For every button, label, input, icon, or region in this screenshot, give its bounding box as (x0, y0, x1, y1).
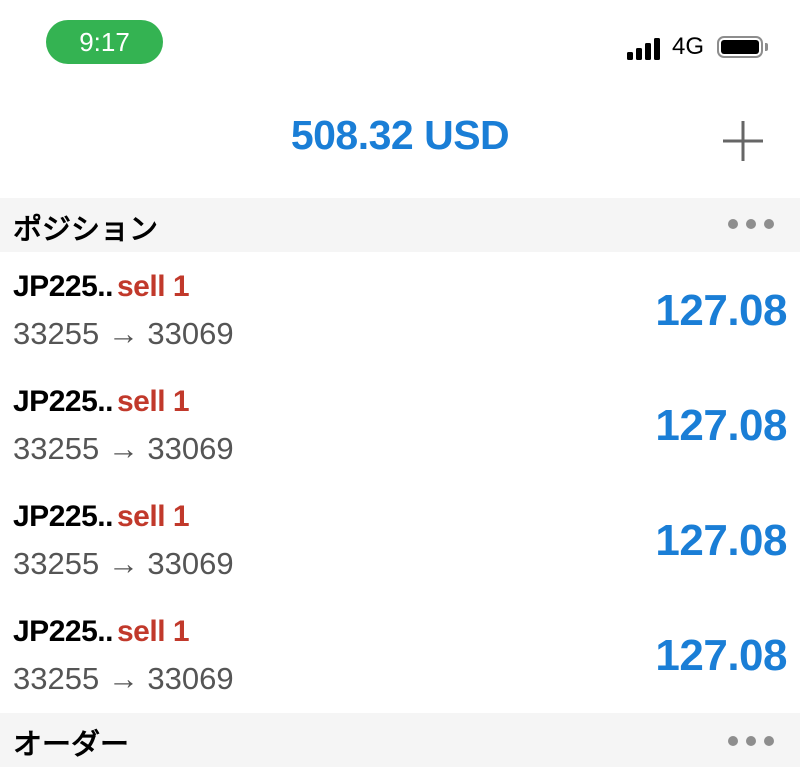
position-prices: 33255 → 33069 (13, 431, 234, 466)
position-side: sell 1 (117, 615, 190, 648)
position-profit: 127.08 (655, 286, 787, 335)
position-profit: 127.08 (655, 516, 787, 565)
battery-icon (717, 36, 771, 62)
positions-section-header: ポジション (0, 198, 800, 252)
position-row[interactable]: JP225.. sell 1 33255 → 33069 127.08 (0, 252, 800, 367)
signal-bars-icon (627, 37, 663, 60)
position-side: sell 1 (117, 500, 190, 533)
orders-title: オーダー (13, 727, 130, 761)
position-row[interactable]: JP225.. sell 1 33255 → 33069 127.08 (0, 482, 800, 597)
add-order-button[interactable] (718, 116, 768, 166)
position-side: sell 1 (117, 385, 190, 418)
positions-title: ポジション (13, 212, 159, 246)
plus-icon (723, 121, 763, 161)
position-row[interactable]: JP225.. sell 1 33255 → 33069 127.08 (0, 367, 800, 482)
account-balance: 508.32 USD (290, 112, 510, 158)
orders-section-header: オーダー (0, 713, 800, 767)
position-profit: 127.08 (655, 631, 787, 680)
position-prices: 33255 → 33069 (13, 546, 234, 581)
more-horizontal-icon[interactable] (728, 219, 774, 231)
position-symbol: JP225.. (13, 615, 113, 648)
position-side: sell 1 (117, 270, 190, 303)
position-symbol: JP225.. (13, 500, 113, 533)
position-profit: 127.08 (655, 401, 787, 450)
status-time[interactable]: 9:17 (46, 20, 163, 64)
position-symbol: JP225.. (13, 270, 113, 303)
position-prices: 33255 → 33069 (13, 316, 234, 351)
network-type-label: 4G (672, 33, 705, 60)
position-prices: 33255 → 33069 (13, 661, 234, 696)
position-symbol: JP225.. (13, 385, 113, 418)
more-horizontal-icon[interactable] (728, 736, 774, 748)
position-row[interactable]: JP225.. sell 1 33255 → 33069 127.08 (0, 597, 800, 712)
status-bar: 9:17 4G (0, 0, 800, 90)
